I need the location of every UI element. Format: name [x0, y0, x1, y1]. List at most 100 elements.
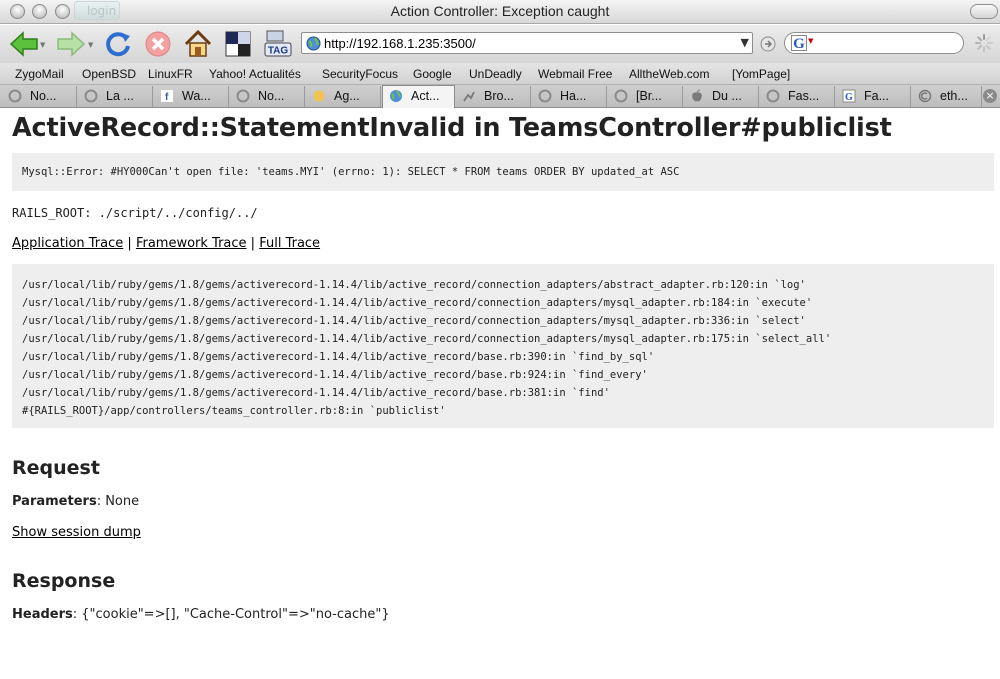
close-tab-icon[interactable]: × — [983, 89, 997, 103]
error-message-box: Mysql::Error: #HY000Can't open file: 'te… — [12, 153, 994, 191]
back-history-chevron-icon[interactable]: ▼ — [40, 41, 45, 49]
url-history-chevron-icon[interactable]: ▼ — [741, 36, 749, 49]
tab-5[interactable]: Ag... — [306, 86, 381, 107]
loading-spinner-icon — [975, 34, 993, 52]
tab-label: Fas... — [788, 89, 820, 103]
tab-10[interactable]: Du ... — [684, 86, 759, 107]
tab-label: eth... — [940, 89, 968, 103]
tab-label: No... — [30, 89, 57, 103]
window-titlebar: login Action Controller: Exception caugh… — [0, 0, 1000, 24]
copyright-icon — [918, 89, 932, 103]
bookmark-zygomail[interactable]: ZygoMail — [15, 67, 64, 81]
bookmark-yahoo-actualites[interactable]: Yahoo! Actualités — [209, 67, 301, 81]
tab-9[interactable]: [Br... — [608, 86, 683, 107]
tag-button[interactable]: TAG — [262, 28, 294, 60]
headers-label: Headers — [12, 607, 73, 622]
trace-line: /usr/local/lib/ruby/gems/1.8/gems/active… — [22, 279, 806, 291]
page-content: ActiveRecord::StatementInvalid in TeamsC… — [0, 109, 1000, 679]
window-title: Action Controller: Exception caught — [390, 3, 610, 19]
search-engine-google-icon[interactable]: G — [791, 35, 807, 52]
checkerboard-icon — [225, 31, 251, 57]
stack-trace-box: /usr/local/lib/ruby/gems/1.8/gems/active… — [12, 264, 994, 428]
back-icon — [9, 31, 38, 57]
globe-icon — [390, 90, 402, 102]
trace-line: /usr/local/lib/ruby/gems/1.8/gems/active… — [22, 387, 610, 399]
full-trace-link[interactable]: Full Trace — [259, 236, 320, 251]
parameters-value: : None — [96, 494, 140, 509]
tab-1[interactable]: No... — [2, 86, 77, 107]
tag-label: TAG — [268, 46, 289, 57]
bookmark-app-button[interactable] — [222, 28, 254, 60]
trace-separator: | — [250, 236, 256, 251]
go-arrow-icon[interactable] — [760, 36, 776, 52]
show-session-dump-link[interactable]: Show session dump — [12, 525, 141, 540]
tab-3[interactable]: f Wa... — [154, 86, 229, 107]
globe-icon — [306, 36, 321, 51]
chart-icon — [463, 91, 475, 102]
trace-line: /usr/local/lib/ruby/gems/1.8/gems/active… — [22, 333, 832, 345]
tab-label: Wa... — [182, 89, 211, 103]
bookmark-linuxfr[interactable]: LinuxFR — [148, 67, 193, 81]
svg-text:G: G — [845, 92, 853, 103]
tab-12[interactable]: G Fa... — [836, 86, 911, 107]
response-heading: Response — [12, 570, 116, 592]
session-dump-row: Show session dump — [12, 525, 141, 540]
tab-2[interactable]: La ... — [78, 86, 153, 107]
reload-button[interactable] — [102, 28, 134, 60]
tag-icon: TAG — [264, 30, 292, 57]
tab-label: [Br... — [636, 89, 662, 103]
loading-globe-icon — [236, 89, 250, 103]
parameters-label: Parameters — [12, 494, 97, 509]
bookmark-yompage[interactable]: [YomPage] — [732, 67, 790, 81]
url-text[interactable]: http://192.168.1.235:3500/ — [324, 36, 476, 51]
loading-globe-icon — [538, 89, 552, 103]
trace-line: /usr/local/lib/ruby/gems/1.8/gems/active… — [22, 315, 806, 327]
search-input[interactable]: G ▼ — [784, 32, 964, 54]
bookmarks-bar: ZygoMail OpenBSD LinuxFR Yahoo! Actualit… — [0, 63, 1000, 85]
rails-root: RAILS_ROOT: ./script/../config/../ — [12, 206, 258, 220]
back-button[interactable] — [8, 28, 40, 60]
bookmark-undeadly[interactable]: UnDeadly — [469, 67, 522, 81]
tab-label: Act... — [411, 89, 440, 103]
search-engine-chevron-icon[interactable]: ▼ — [808, 37, 813, 45]
headers-value: : {"cookie"=>[], "Cache-Control"=>"no-ca… — [72, 607, 390, 622]
trace-links: Application Trace | Framework Trace | Fu… — [12, 236, 320, 251]
trace-line: /usr/local/lib/ruby/gems/1.8/gems/active… — [22, 351, 655, 363]
response-headers: Headers: {"cookie"=>[], "Cache-Control"=… — [12, 607, 390, 622]
loading-globe-icon — [766, 89, 780, 103]
bookmark-webmail-free[interactable]: Webmail Free — [538, 67, 612, 81]
application-trace-link[interactable]: Application Trace — [12, 236, 123, 251]
tab-13[interactable]: eth... — [912, 86, 982, 107]
tab-label: Fa... — [864, 89, 890, 103]
trace-line: #{RAILS_ROOT}/app/controllers/teams_cont… — [22, 405, 446, 417]
home-button[interactable] — [182, 28, 214, 60]
request-parameters: Parameters: None — [12, 494, 139, 509]
tab-label: Bro... — [484, 89, 514, 103]
url-bar[interactable]: http://192.168.1.235:3500/ ▼ — [301, 32, 753, 54]
error-message: Mysql::Error: #HY000Can't open file: 'te… — [22, 166, 680, 178]
stop-button[interactable] — [142, 28, 174, 60]
tab-label: La ... — [106, 89, 134, 103]
tab-8[interactable]: Ha... — [532, 86, 607, 107]
forward-history-chevron-icon[interactable]: ▼ — [88, 41, 93, 49]
trace-separator: | — [127, 236, 132, 251]
tab-strip: No... La ... f Wa... No... Ag... Act... … — [0, 85, 1000, 108]
tab-label: Du ... — [712, 89, 742, 103]
bookmark-alltheweb[interactable]: AlltheWeb.com — [629, 67, 709, 81]
tab-6-active[interactable]: Act... — [382, 85, 455, 108]
google-icon: G — [842, 89, 856, 103]
forward-button[interactable] — [55, 28, 87, 60]
tab-7[interactable]: Bro... — [456, 86, 531, 107]
tab-11[interactable]: Fas... — [760, 86, 835, 107]
navigation-toolbar: ▼ ▼ TAG http://192.168.1.235:3500/ ▼ G ▼ — [0, 25, 1000, 63]
bookmark-securityfocus[interactable]: SecurityFocus — [322, 67, 398, 81]
tab-4[interactable]: No... — [230, 86, 305, 107]
trace-line: /usr/local/lib/ruby/gems/1.8/gems/active… — [22, 369, 648, 381]
bookmark-google[interactable]: Google — [413, 67, 452, 81]
toolbar-toggle-button[interactable] — [970, 4, 998, 19]
home-icon — [184, 29, 212, 57]
request-heading: Request — [12, 457, 100, 479]
trace-line: /usr/local/lib/ruby/gems/1.8/gems/active… — [22, 297, 813, 309]
bookmark-openbsd[interactable]: OpenBSD — [82, 67, 136, 81]
framework-trace-link[interactable]: Framework Trace — [136, 236, 247, 251]
